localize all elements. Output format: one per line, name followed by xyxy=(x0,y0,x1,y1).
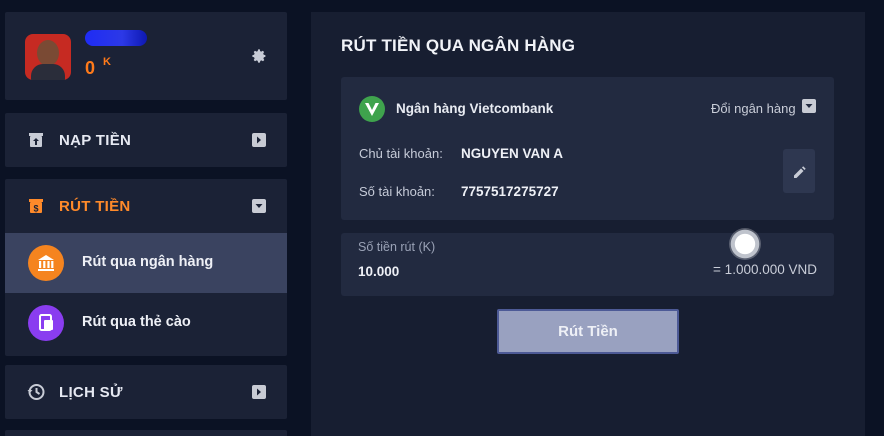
account-number-label: Số tài khoản: xyxy=(359,184,435,199)
account-number-value: 7757517275727 xyxy=(461,184,559,199)
amount-placeholder: Số tiền rút (K) xyxy=(358,240,436,254)
avatar-head xyxy=(37,40,59,66)
balance-unit: K xyxy=(103,56,111,68)
card-icon xyxy=(28,305,64,341)
menu-withdraw-label: RÚT TIỀN xyxy=(59,198,131,215)
edit-account-button[interactable] xyxy=(783,149,815,193)
submenu-withdraw-card-label: Rút qua thẻ cào xyxy=(82,314,191,330)
menu-next-stub xyxy=(5,430,287,436)
amount-input[interactable]: 10.000 xyxy=(358,264,399,279)
page-edge xyxy=(865,0,884,436)
username-redacted xyxy=(85,30,147,46)
main-panel: RÚT TIỀN QUA NGÂN HÀNG Ngân hàng Vietcom… xyxy=(311,12,865,436)
menu-deposit[interactable]: NẠP TIỀN xyxy=(5,113,287,167)
bank-account-card: Ngân hàng Vietcombank Đổi ngân hàng Chủ … xyxy=(341,77,834,220)
bank-icon xyxy=(28,245,64,281)
vietcombank-logo-icon xyxy=(359,96,385,122)
pencil-icon xyxy=(794,166,806,178)
amount-converted: = 1.000.000 VND xyxy=(713,262,817,277)
chevron-down-icon[interactable] xyxy=(802,99,816,113)
withdraw-submit-button[interactable]: Rút Tiền xyxy=(497,309,679,354)
profile-card: 0 K xyxy=(5,12,287,100)
change-bank-link[interactable]: Đổi ngân hàng xyxy=(711,101,796,116)
deposit-icon xyxy=(26,130,46,150)
svg-text:$: $ xyxy=(33,204,38,214)
menu-history-label: LỊCH SỬ xyxy=(59,384,123,401)
avatar[interactable] xyxy=(25,34,71,80)
submenu-withdraw-bank-label: Rút qua ngân hàng xyxy=(82,254,214,270)
chevron-down-icon xyxy=(252,199,266,213)
page-title: RÚT TIỀN QUA NGÂN HÀNG xyxy=(341,36,576,55)
submenu-withdraw-bank[interactable]: Rút qua ngân hàng xyxy=(5,233,287,293)
gear-icon[interactable] xyxy=(250,48,268,66)
menu-deposit-label: NẠP TIỀN xyxy=(59,132,132,149)
menu-withdraw[interactable]: $ RÚT TIỀN Rút qua ngân hàng Rút qua thẻ… xyxy=(5,179,287,356)
chevron-right-icon xyxy=(252,385,266,399)
holder-label: Chủ tài khoản: xyxy=(359,146,443,161)
bank-name: Ngân hàng Vietcombank xyxy=(396,101,554,116)
avatar-body xyxy=(31,64,65,80)
history-icon xyxy=(26,382,46,402)
chevron-right-icon xyxy=(252,133,266,147)
submenu-withdraw-card[interactable]: Rút qua thẻ cào xyxy=(5,293,287,353)
menu-history[interactable]: LỊCH SỬ xyxy=(5,365,287,419)
pointer-cursor-icon xyxy=(729,228,761,260)
withdraw-icon: $ xyxy=(26,196,46,216)
holder-value: NGUYEN VAN A xyxy=(461,146,564,161)
balance-value: 0 xyxy=(85,58,96,78)
